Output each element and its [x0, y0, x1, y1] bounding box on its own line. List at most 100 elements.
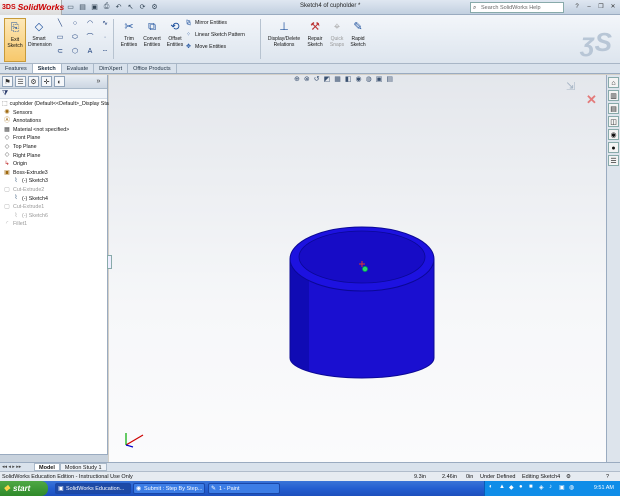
spline-icon[interactable]: ∿ [98, 17, 112, 30]
start-button[interactable]: ❖ start [0, 481, 48, 496]
configurationmanager-tab-icon[interactable]: ⚙ [28, 76, 39, 87]
slot-icon[interactable]: ⊂ [53, 45, 67, 58]
point-icon[interactable]: · [98, 31, 112, 44]
repair-sketch-button[interactable]: ⚒ Repair Sketch [304, 18, 326, 62]
exit-sketch-button[interactable]: ⎘ Exit Sketch [4, 18, 26, 62]
dimxpert-tab-icon[interactable]: ✛ [41, 76, 52, 87]
tray-icon-1[interactable]: ◐ [489, 484, 493, 490]
smart-dimension-button[interactable]: ◇ Smart Dimension [28, 18, 52, 62]
tree-item-top-plane[interactable]: ◇ Top Plane [0, 143, 107, 152]
tree-item-cut-extrude1[interactable]: ▢ Cut-Extrude1 [0, 203, 107, 212]
options-gear-icon[interactable]: ⚙ [150, 3, 159, 11]
taskbar-paint[interactable]: ✎ 1 - Paint [208, 483, 280, 494]
tab-dimxpert[interactable]: DimXpert [94, 64, 129, 73]
trim-entities-button[interactable]: ✂ Trim Entities [118, 18, 140, 62]
search-results-icon[interactable]: ◫ [608, 116, 619, 127]
ellipse-icon[interactable]: ⬭ [68, 31, 82, 44]
tree-root[interactable]: ⬚ cupholder (Default<<Default>_Display S… [0, 100, 110, 109]
tray-icon-8[interactable]: ▣ [559, 484, 565, 491]
tree-filter[interactable]: ⧩ [0, 89, 107, 99]
custom-properties-icon[interactable]: ☰ [608, 155, 619, 166]
tray-icon-6[interactable]: ◈ [539, 484, 544, 491]
convert-entities-button[interactable]: ⧉ Convert Entities [141, 18, 163, 62]
tree-item-material[interactable]: ▦ Material <not specified> [0, 126, 107, 135]
tree-item-right-plane[interactable]: ◇ Right Plane [0, 152, 107, 161]
tray-icon-9[interactable]: ◍ [569, 484, 574, 491]
minimize-icon[interactable]: – [584, 2, 594, 12]
exit-without-saving-icon[interactable]: ✕ [586, 92, 597, 108]
move-entities-button[interactable]: ✥ Move Entities [186, 42, 256, 53]
save-icon[interactable]: ▣ [90, 3, 99, 11]
tray-icon-5[interactable]: ■ [529, 484, 533, 490]
line-icon[interactable]: ╲ [53, 17, 67, 30]
new-document-icon[interactable]: ▭ [66, 3, 75, 11]
close-icon[interactable]: ✕ [608, 2, 618, 12]
centerline-icon[interactable]: ┄ [98, 45, 112, 58]
clock[interactable]: 9:51 AM [594, 481, 614, 496]
taskbar-solidworks[interactable]: ▣ SolidWorks Education... [55, 483, 131, 494]
print-icon[interactable]: ⎙ [102, 3, 111, 11]
tree-item-front-plane[interactable]: ◇ Front Plane [0, 134, 107, 143]
featuremanager-tab-icon[interactable]: ⚑ [2, 76, 13, 87]
design-library-icon[interactable]: ▥ [608, 90, 619, 101]
help-icon[interactable]: ? [572, 2, 582, 12]
tab-scroll-arrows-icon[interactable]: ◂◂ ◂ ▸ ▸▸ [0, 463, 34, 471]
tab-model[interactable]: Model [34, 463, 60, 471]
tree-item-annotations[interactable]: Ⓐ Annotations [0, 117, 107, 126]
tab-office-products[interactable]: Office Products [128, 64, 177, 73]
tree-item-sketch4[interactable]: ⌇ (-) Sketch4 [0, 195, 107, 204]
tab-motion-study[interactable]: Motion Study 1 [59, 463, 107, 471]
cut-extrude-icon: ▢ [4, 186, 10, 193]
tab-sketch[interactable]: Sketch [32, 64, 62, 73]
display-manager-tab-icon[interactable]: ◐ [54, 76, 65, 87]
tree-item-sketch6[interactable]: ⌇ (-) Sketch6 [0, 212, 107, 221]
taskbar-browser[interactable]: ◉ Submit : Step By Step... [133, 483, 205, 494]
linear-sketch-pattern-button[interactable]: ⁘ Linear Sketch Pattern [186, 30, 256, 41]
tray-icon-4[interactable]: ● [519, 484, 523, 490]
tree-item-boss-extrude[interactable]: ▣ Boss-Extrude3 [0, 169, 107, 178]
rapid-sketch-button[interactable]: ✎ Rapid Sketch [347, 18, 369, 62]
rebuild-icon[interactable]: ⟳ [138, 3, 147, 11]
solidworks-menu-button[interactable]: 3DS SolidWorks [0, 0, 64, 15]
undo-icon[interactable]: ↶ [114, 3, 123, 11]
appearances-icon[interactable]: ● [608, 142, 619, 153]
propertymanager-tab-icon[interactable]: ☰ [15, 76, 26, 87]
file-explorer-icon[interactable]: ▤ [608, 103, 619, 114]
tree-item-fillet1[interactable]: ◜ Fillet1 [0, 220, 107, 229]
tree-item-sensors[interactable]: ◉ Sensors [0, 109, 107, 118]
restore-icon[interactable]: ❐ [596, 2, 606, 12]
sketch-fillet-icon[interactable]: ⌒ [83, 31, 97, 44]
panel-splitter-handle[interactable] [107, 255, 112, 269]
help-search-input[interactable]: ⌕ Search SolidWorks Help [470, 2, 564, 13]
cupholder-model[interactable] [289, 226, 435, 379]
solidworks-resources-icon[interactable]: ⌂ [608, 77, 619, 88]
select-arrow-icon[interactable]: ↖ [126, 3, 135, 11]
tray-icon-7[interactable]: ♪ [549, 484, 552, 490]
tree-item-cut-extrude2[interactable]: ▢ Cut-Extrude2 [0, 186, 107, 195]
tray-icon-2[interactable]: ▲ [499, 484, 505, 490]
part-icon: ⬚ [2, 100, 8, 107]
expand-chevron-icon[interactable]: » [93, 76, 104, 87]
quick-snaps-button[interactable]: ⌖ Quick Snaps [326, 18, 348, 62]
panel-bottom-scrollbar[interactable] [0, 454, 108, 462]
tree-item-sketch3[interactable]: ⌇ (-) Sketch3 [0, 177, 107, 186]
display-delete-relations-button[interactable]: ⊥ Display/Delete Relations [266, 18, 302, 62]
open-folder-icon[interactable]: ▤ [78, 3, 87, 11]
text-icon[interactable]: A [83, 45, 97, 58]
mirror-entities-button[interactable]: ⧎ Mirror Entities [186, 18, 256, 29]
solidworks-task-icon: ▣ [58, 486, 64, 492]
circle-icon[interactable]: ○ [68, 17, 82, 30]
tray-icon-3[interactable]: ◆ [509, 484, 514, 491]
arc-icon[interactable]: ◠ [83, 17, 97, 30]
tab-features[interactable]: Features [0, 64, 33, 73]
rectangle-icon[interactable]: ▭ [53, 31, 67, 44]
confirmation-corner-icon[interactable]: ⇲ [566, 80, 575, 93]
material-icon: ▦ [4, 126, 10, 133]
offset-entities-button[interactable]: ⟲ Offset Entities [164, 18, 186, 62]
graphics-area[interactable]: ⊕ ⊗ ↺ ◩ ▦ ◧ ◉ ◍ ▣ ▤ [107, 75, 606, 462]
tab-evaluate[interactable]: Evaluate [62, 64, 95, 73]
tree-item-origin[interactable]: ↳ Origin [0, 160, 107, 169]
view-palette-icon[interactable]: ◉ [608, 129, 619, 140]
polygon-icon[interactable]: ⬡ [68, 45, 82, 58]
window-title: Sketch4 of cupholder * [300, 3, 361, 9]
